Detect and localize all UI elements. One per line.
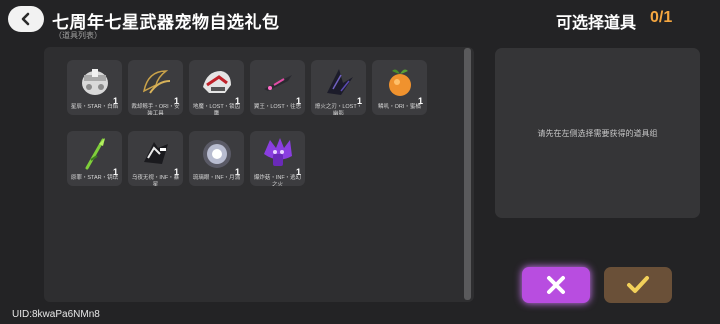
item-slot[interactable]: 1 翼王・LOST・往思	[250, 60, 305, 115]
item-slot[interactable]: 1 爆炸菇・INF・逃幻之火	[250, 131, 305, 186]
item-label: 原罪・STAR・钥珐	[70, 175, 119, 181]
pink-dagger-icon	[263, 74, 292, 91]
item-slot[interactable]: 1 星辰・STAR・白焰	[67, 60, 122, 115]
chevron-left-icon	[21, 12, 30, 26]
claw-weapon-icon	[142, 69, 170, 94]
red-wing-helmet-icon	[202, 70, 231, 93]
item-list-panel[interactable]: 1 星辰・STAR・白焰 1 裁却鲸手・ORI・安装工具 1 地魔・LOST・锁…	[44, 47, 474, 302]
item-slot[interactable]: 1 裁却鲸手・ORI・安装工具	[128, 60, 183, 115]
item-list-scrollbar[interactable]	[464, 48, 471, 300]
item-label: 燎火之刃・LOST・幽影	[314, 104, 363, 115]
check-icon	[627, 276, 649, 293]
detail-hint-text: 请先在左侧选择需要获得的道具组	[537, 129, 658, 138]
item-slot[interactable]: 1 琉璃眼・INF・月蒲	[189, 131, 244, 186]
item-label: 爆炸菇・INF・逃幻之火	[253, 175, 302, 186]
orange-fruit-icon	[388, 69, 411, 96]
back-button[interactable]	[8, 6, 44, 32]
item-slot[interactable]: 1 地魔・LOST・锁齿鹰	[189, 60, 244, 115]
white-armor-icon	[81, 68, 108, 95]
item-label: 鳞叽・ORI・蜜橘	[378, 104, 421, 110]
green-staff-icon	[85, 137, 105, 169]
cancel-button[interactable]	[522, 267, 590, 303]
item-detail-panel: 请先在左侧选择需要获得的道具组	[495, 48, 700, 218]
item-label: 裁却鲸手・ORI・安装工具	[131, 104, 180, 115]
item-slot[interactable]: 1 乌夜无视・INF・暴星	[128, 131, 183, 186]
item-slot[interactable]: 1 原罪・STAR・钥珐	[67, 131, 122, 186]
glowing-orb-icon	[202, 139, 231, 168]
item-label: 乌夜无视・INF・暴星	[131, 175, 180, 186]
user-id: UID:8kwaPa6NMn8	[12, 309, 100, 320]
item-label: 星辰・STAR・白焰	[70, 104, 119, 110]
item-slot[interactable]: 1 鳞叽・ORI・蜜橘	[372, 60, 427, 115]
confirm-button[interactable]	[604, 267, 672, 303]
item-label: 翼王・LOST・往思	[253, 104, 302, 110]
item-label: 地魔・LOST・锁齿鹰	[192, 104, 241, 115]
select-label: 可选择道具	[556, 15, 637, 32]
page-subtitle: （道具列表）	[54, 31, 102, 40]
shadow-blade-icon	[326, 68, 353, 95]
item-slot[interactable]: 1 燎火之刃・LOST・幽影	[311, 60, 366, 115]
purple-mushroom-icon	[263, 137, 292, 166]
close-icon	[547, 276, 565, 294]
select-count: 0/1	[650, 9, 673, 26]
item-label: 琉璃眼・INF・月蒲	[192, 175, 241, 181]
dark-mecha-icon	[143, 141, 168, 164]
